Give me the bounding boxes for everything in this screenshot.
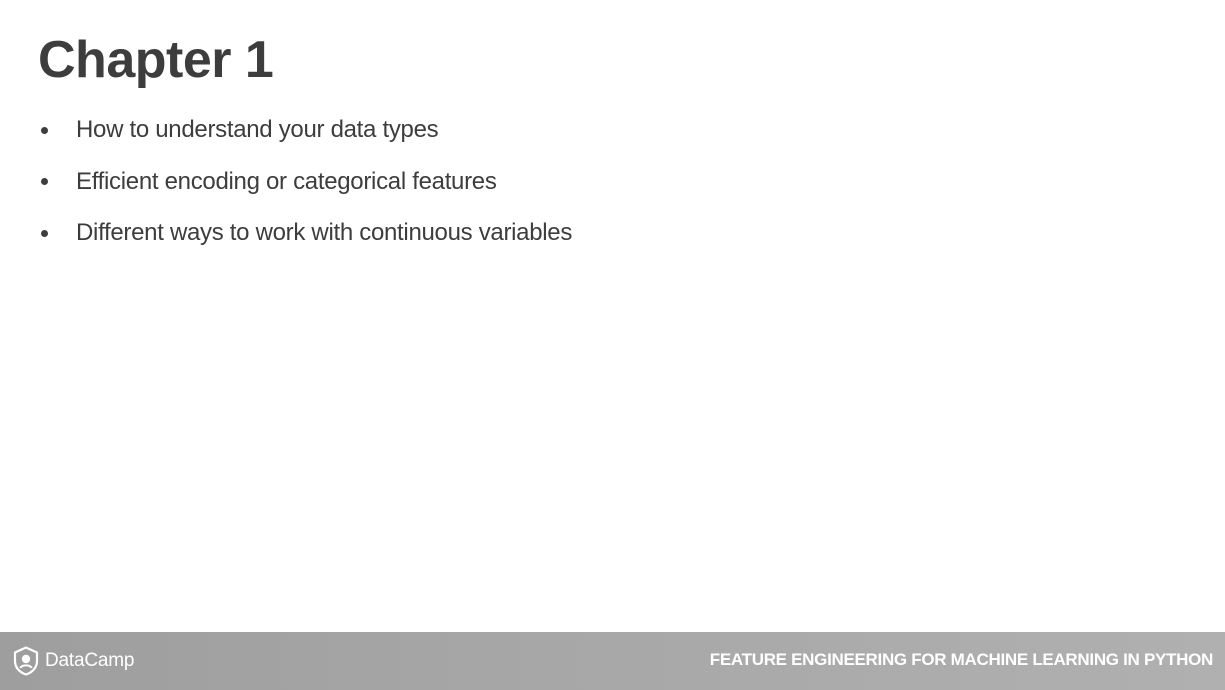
- bullet-text: Different ways to work with continuous v…: [76, 219, 573, 246]
- bullet-text: Efficient encoding or categorical featur…: [76, 167, 497, 195]
- slide: Chapter 1 How to understand your data ty…: [0, 0, 1225, 690]
- bullet-text: How to understand your data types: [76, 116, 439, 143]
- bullet-list: How to understand your data types Effici…: [38, 112, 572, 267]
- bullet-item: How to understand your data types: [38, 112, 572, 148]
- logo-text: DataCamp: [45, 650, 135, 671]
- bullet-item: Efficient encoding or categorical featur…: [38, 164, 572, 200]
- datacamp-logo: DataCamp: [12, 646, 134, 676]
- datacamp-shield-icon: [13, 646, 39, 676]
- bullet-dot-icon: [41, 229, 48, 237]
- bullet-dot-icon: [41, 178, 48, 185]
- bullet-dot-icon: [41, 126, 48, 134]
- footer-bar: DataCamp FEATURE ENGINEERING FOR MACHINE…: [0, 632, 1225, 690]
- slide-title: Chapter 1: [38, 31, 274, 89]
- course-title: FEATURE ENGINEERING FOR MACHINE LEARNING…: [709, 650, 1214, 669]
- bullet-item: Different ways to work with continuous v…: [38, 215, 572, 251]
